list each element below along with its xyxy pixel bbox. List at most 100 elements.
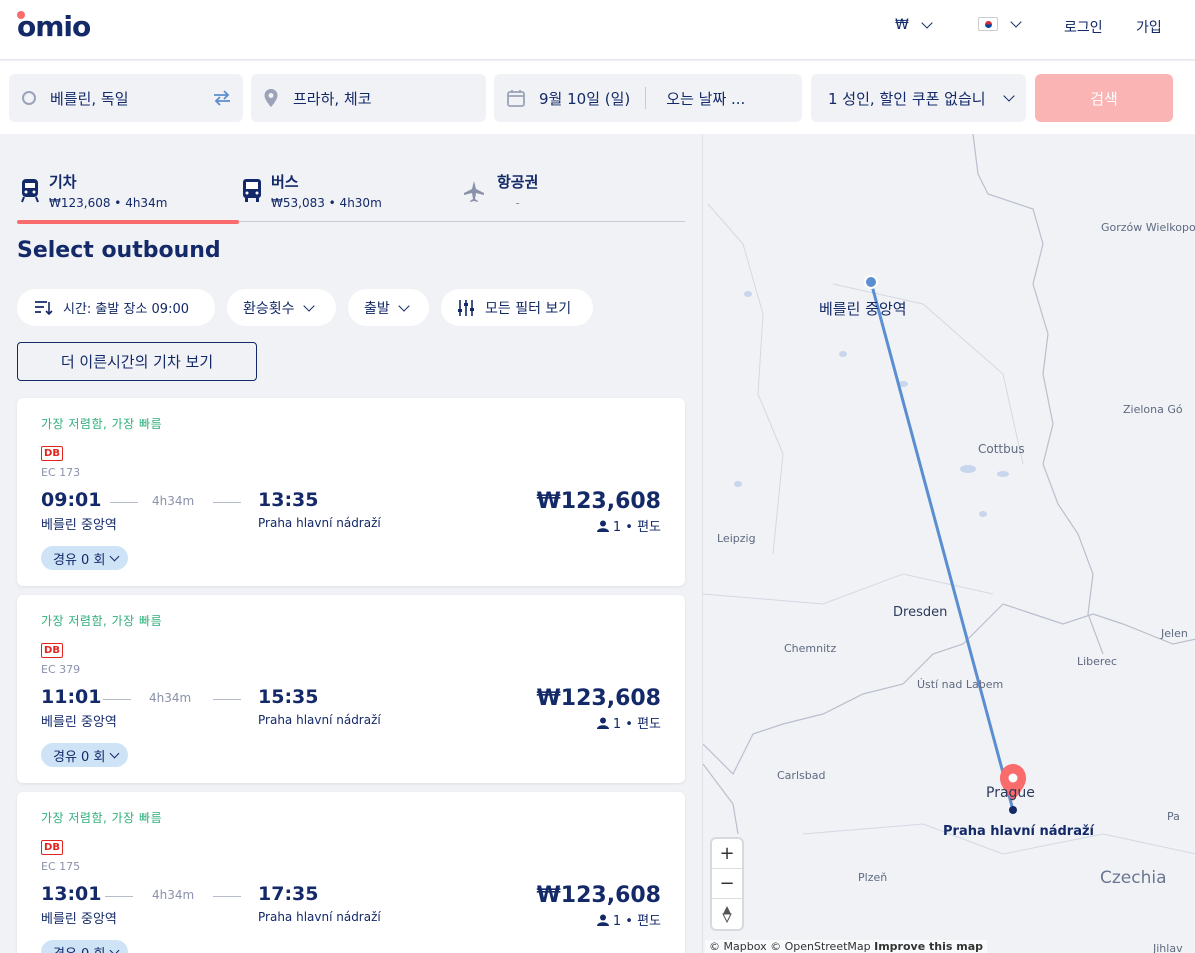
sort-icon	[35, 300, 53, 315]
stops-toggle[interactable]: 경유 0 회	[41, 743, 129, 767]
korea-flag-icon	[978, 17, 998, 31]
transfers-filter[interactable]: 환승횟수	[227, 289, 336, 326]
map-place-label: Gorzów Wielkopolski	[1101, 221, 1195, 234]
tab-train-title: 기차	[49, 173, 77, 191]
map-place-label: Ústí nad Labem	[917, 678, 1004, 691]
stops-toggle[interactable]: 경유 0 회	[41, 940, 129, 953]
map-place-label: Carlsbad	[777, 769, 826, 782]
db-logo: DB	[41, 643, 63, 658]
destination-field[interactable]: 프라하, 체코	[251, 74, 486, 122]
destination-value: 프라하, 체코	[293, 89, 372, 108]
return-date[interactable]: 오는 날짜 ...	[666, 88, 745, 109]
swap-icon[interactable]	[212, 89, 232, 107]
date-divider	[645, 87, 647, 109]
db-logo: DB	[41, 840, 63, 855]
passenger-info: 1 • 편도	[596, 910, 661, 929]
destination-marker-label: Praha hlavní nádraží	[943, 824, 1094, 839]
stops-toggle[interactable]: 경유 0 회	[41, 546, 129, 570]
currency-selector[interactable]: ₩	[895, 17, 933, 33]
tab-train-subtitle: ₩123,608 • 4h34m	[49, 196, 168, 210]
price: ₩123,608	[536, 883, 661, 908]
passengers-field[interactable]: 1 성인, 할인 쿠폰 없습니	[811, 74, 1026, 122]
chevron-down-icon	[109, 748, 120, 758]
chevron-down-icon	[1010, 16, 1022, 28]
train-number: EC 175	[41, 860, 81, 873]
all-filters-button[interactable]: 모든 필터 보기	[441, 289, 593, 326]
tab-flights-title: 항공권	[497, 173, 539, 191]
duration: 4h34m	[152, 494, 195, 508]
arrival-time: 17:35	[258, 883, 319, 905]
login-link[interactable]: 로그인	[1064, 17, 1103, 37]
tab-flights[interactable]: 항공권 -	[463, 168, 663, 222]
arrival-station: Praha hlavní nádraží	[258, 713, 381, 727]
departure-time: 13:01	[41, 883, 102, 905]
map-place-label: Leipzig	[717, 532, 756, 545]
price: ₩123,608	[536, 686, 661, 711]
map-attribution: © Mapbox © OpenStreetMap Improve this ma…	[705, 940, 987, 953]
train-number: EC 379	[41, 663, 81, 676]
result-card[interactable]: 가장 저렴함, 가장 빠름 DB EC 173 09:01 4h34m 13:3…	[17, 398, 685, 586]
sort-filter[interactable]: 시간: 출발 장소 09:00	[17, 289, 215, 326]
map-place-label: Czechia	[1100, 868, 1167, 888]
compass-button[interactable]	[712, 899, 742, 929]
plane-icon	[464, 181, 484, 202]
passenger-info: 1 • 편도	[596, 516, 661, 535]
arrival-station: Praha hlavní nádraží	[258, 516, 381, 530]
tab-train[interactable]: 기차 ₩123,608 • 4h34m	[17, 168, 239, 224]
stops-label: 경유 0 회	[53, 943, 105, 953]
chevron-down-icon	[109, 945, 120, 953]
earlier-trains-button[interactable]: 더 이른시간의 기차 보기	[17, 342, 257, 381]
language-selector[interactable]	[978, 16, 1022, 31]
chevron-down-icon	[398, 299, 410, 312]
date-field[interactable]: 9월 10일 (일) 오는 날짜 ...	[494, 74, 802, 122]
result-card[interactable]: 가장 저렴함, 가장 빠름 DB EC 175 13:01 4h34m 17:3…	[17, 792, 685, 953]
departure-station: 베를린 중앙역	[41, 715, 117, 730]
top-header: omio ₩ 로그인 가입	[0, 0, 1195, 60]
duration-line	[105, 896, 133, 897]
stops-label: 경유 0 회	[53, 749, 106, 765]
origin-value: 베를린, 독일	[50, 89, 129, 108]
zoom-in-button[interactable]: +	[712, 839, 742, 869]
transfers-label: 환승횟수	[243, 300, 295, 317]
signup-link[interactable]: 가입	[1136, 17, 1162, 37]
map-place-label: Liberec	[1077, 655, 1118, 668]
currency-label: ₩	[895, 17, 909, 33]
departure-station: 베를린 중앙역	[41, 912, 117, 927]
person-icon	[596, 717, 609, 729]
result-card[interactable]: 가장 저렴함, 가장 빠름 DB EC 379 11:01 4h34m 15:3…	[17, 595, 685, 783]
results-panel: 기차 ₩123,608 • 4h34m 버스 ₩53,083 • 4h30m 항…	[0, 134, 702, 953]
train-icon	[21, 179, 39, 203]
bus-icon	[243, 179, 261, 202]
all-filters-label: 모든 필터 보기	[485, 300, 572, 317]
duration-line	[213, 896, 241, 897]
map-zoom-controls: + −	[712, 839, 742, 929]
arrival-station: Praha hlavní nádraží	[258, 910, 381, 924]
zoom-out-button[interactable]: −	[712, 869, 742, 899]
map-place-label: Dresden	[893, 605, 948, 620]
mapbox-attribution[interactable]: © Mapbox	[709, 940, 767, 953]
route-map[interactable]: 베를린 중앙역 Praha hlavní nádraží Gorzów Wiel…	[702, 134, 1195, 953]
duration-line	[103, 699, 131, 700]
active-tab-indicator	[17, 220, 239, 224]
omio-logo[interactable]: omio	[17, 10, 91, 43]
chevron-down-icon	[302, 299, 315, 312]
map-place-label: Jelen	[1161, 627, 1188, 640]
tab-bus[interactable]: 버스 ₩53,083 • 4h30m	[241, 168, 441, 222]
map-place-label: Chemnitz	[784, 642, 837, 655]
duration-line	[110, 502, 138, 503]
origin-field[interactable]: 베를린, 독일	[9, 74, 243, 122]
departure-time: 11:01	[41, 686, 102, 708]
improve-map-link[interactable]: Improve this map	[874, 940, 983, 953]
sort-label: 시간: 출발 장소 09:00	[63, 302, 190, 317]
departure-filter[interactable]: 출발	[348, 289, 429, 326]
map-place-label: Zielona Gó	[1123, 403, 1183, 416]
tab-flights-subtitle: -	[515, 196, 520, 210]
map-place-label: Cottbus	[978, 442, 1025, 456]
departure-station: 베를린 중앙역	[41, 518, 117, 533]
search-button[interactable]: 검색	[1035, 74, 1173, 122]
passenger-text: 1 • 편도	[612, 717, 661, 732]
depart-date[interactable]: 9월 10일 (일)	[539, 88, 630, 109]
osm-attribution[interactable]: © OpenStreetMap	[770, 940, 871, 953]
passenger-text: 1 • 편도	[612, 914, 661, 929]
chevron-down-icon	[109, 551, 120, 561]
